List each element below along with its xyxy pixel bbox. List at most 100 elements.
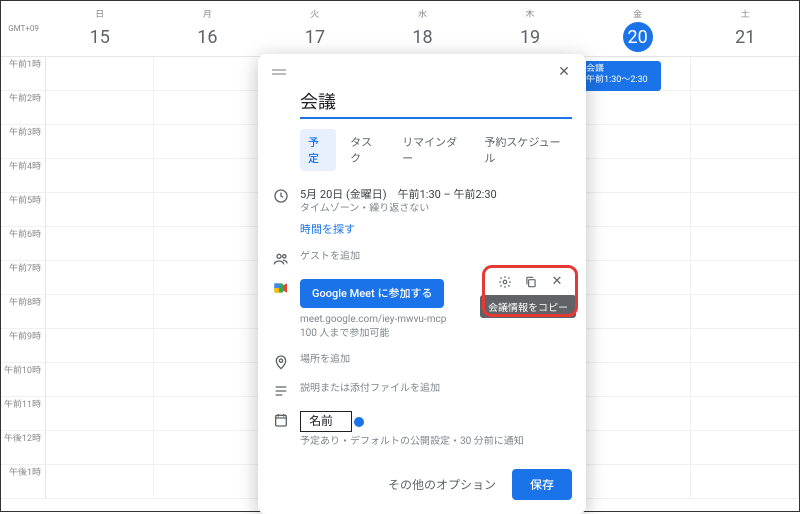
meet-logo-icon [272, 279, 290, 296]
meet-limit: 100 人まで参加可能 [300, 327, 572, 341]
time-cell[interactable] [154, 125, 262, 159]
time-cell[interactable] [691, 295, 799, 329]
time-cell[interactable] [691, 363, 799, 397]
time-cell[interactable] [154, 193, 262, 227]
time-cell[interactable] [46, 329, 154, 363]
time-cell[interactable] [46, 261, 154, 295]
remove-meet-icon[interactable]: ✕ [548, 273, 566, 291]
meet-actions: ✕ [496, 273, 566, 291]
time-cell[interactable] [46, 397, 154, 431]
hour-label: 午前10時 [1, 363, 46, 397]
time-cell[interactable] [584, 227, 692, 261]
description-placeholder: 説明または添付ファイルを追加 [300, 382, 572, 396]
event-type-tabs: 予定 タスク リマインダー 予約スケジュール [300, 129, 572, 171]
time-cell[interactable] [584, 159, 692, 193]
time-cell[interactable] [691, 91, 799, 125]
time-cell[interactable] [154, 465, 262, 499]
hour-label: 午前2時 [1, 91, 46, 125]
owner-sub: 予定あり・デフォルトの公開設定・30 分前に通知 [300, 435, 572, 449]
time-cell[interactable] [691, 329, 799, 363]
tab-appointment[interactable]: 予約スケジュール [476, 129, 572, 171]
time-cell[interactable] [46, 465, 154, 499]
day-col-fri[interactable]: 金20 [584, 1, 692, 56]
hour-label: 午前5時 [1, 193, 46, 227]
time-cell[interactable] [584, 465, 692, 499]
time-cell[interactable] [46, 91, 154, 125]
time-cell[interactable] [46, 363, 154, 397]
time-cell[interactable] [691, 431, 799, 465]
time-cell[interactable] [154, 159, 262, 193]
join-meet-button[interactable]: Google Meet に参加する [300, 279, 444, 308]
people-icon [272, 250, 290, 267]
meet-settings-icon[interactable] [496, 273, 514, 291]
calendar-header: GMT+09 日15 月16 火17 水18 木19 金20 土21 [1, 1, 799, 57]
time-cell[interactable] [584, 397, 692, 431]
time-cell[interactable] [154, 363, 262, 397]
location-row[interactable]: 場所を追加 [272, 347, 572, 376]
datetime-row[interactable]: 5月 20日 (金曜日) 午前1:30 – 午前2:30 タイムゾーン・繰り返さ… [272, 181, 572, 244]
close-icon[interactable]: ✕ [556, 64, 572, 80]
guests-placeholder: ゲストを追加 [300, 250, 572, 264]
event-title-input[interactable]: 会議 [300, 84, 572, 119]
time-cell[interactable] [691, 397, 799, 431]
hour-label: 午前11時 [1, 397, 46, 431]
time-cell[interactable] [154, 57, 262, 91]
time-cell[interactable] [691, 125, 799, 159]
time-cell[interactable] [46, 57, 154, 91]
drag-handle-icon[interactable] [272, 69, 286, 75]
time-cell[interactable] [46, 295, 154, 329]
time-cell[interactable] [584, 91, 692, 125]
day-col-wed[interactable]: 水18 [369, 1, 477, 56]
hour-label: 午前6時 [1, 227, 46, 261]
time-cell[interactable] [691, 465, 799, 499]
time-cell[interactable] [154, 227, 262, 261]
time-cell[interactable] [584, 363, 692, 397]
day-col-mon[interactable]: 月16 [154, 1, 262, 56]
find-time-link[interactable]: 時間を探す [300, 222, 572, 237]
time-cell[interactable] [691, 261, 799, 295]
time-cell[interactable] [691, 57, 799, 91]
meet-row: Google Meet に参加する meet.google.com/iey-mw… [272, 273, 572, 347]
tab-task[interactable]: タスク [342, 129, 388, 171]
time-cell[interactable] [584, 261, 692, 295]
time-cell[interactable] [46, 125, 154, 159]
time-cell[interactable] [154, 397, 262, 431]
day-col-thu[interactable]: 木19 [476, 1, 584, 56]
tab-event[interactable]: 予定 [300, 129, 336, 171]
guests-row[interactable]: ゲストを追加 [272, 244, 572, 273]
description-row[interactable]: 説明または添付ファイルを追加 [272, 376, 572, 405]
time-cell[interactable] [691, 227, 799, 261]
time-cell[interactable] [46, 227, 154, 261]
time-cell[interactable] [154, 91, 262, 125]
time-cell[interactable] [584, 125, 692, 159]
time-cell[interactable] [691, 193, 799, 227]
time-cell[interactable] [584, 295, 692, 329]
location-placeholder: 場所を追加 [300, 353, 572, 367]
save-button[interactable]: 保存 [512, 469, 572, 500]
time-cell[interactable] [46, 159, 154, 193]
time-cell[interactable] [154, 431, 262, 465]
time-cell[interactable] [46, 193, 154, 227]
day-col-tue[interactable]: 火17 [261, 1, 369, 56]
time-cell[interactable] [584, 329, 692, 363]
timezone-label: GMT+09 [1, 1, 46, 56]
event-time: 午前1:30〜2:30 [586, 75, 656, 86]
time-cell[interactable] [154, 261, 262, 295]
copy-icon[interactable] [522, 273, 540, 291]
time-cell[interactable] [584, 193, 692, 227]
time-cell[interactable] [584, 431, 692, 465]
day-col-sun[interactable]: 日15 [46, 1, 154, 56]
calendar-icon [272, 411, 290, 428]
time-cell[interactable] [154, 295, 262, 329]
time-cell[interactable] [46, 431, 154, 465]
more-options-button[interactable]: その他のオプション [388, 476, 496, 493]
owner-name[interactable]: 名前 [300, 411, 352, 432]
owner-row[interactable]: 名前 予定あり・デフォルトの公開設定・30 分前に通知 [272, 405, 572, 455]
datetime-sub: タイムゾーン・繰り返さない [300, 202, 572, 216]
event-block[interactable]: 会議 午前1:30〜2:30 [581, 61, 661, 91]
calendar-color-dot[interactable] [354, 417, 364, 427]
tab-reminder[interactable]: リマインダー [394, 129, 470, 171]
time-cell[interactable] [154, 329, 262, 363]
day-col-sat[interactable]: 土21 [691, 1, 799, 56]
time-cell[interactable] [691, 159, 799, 193]
